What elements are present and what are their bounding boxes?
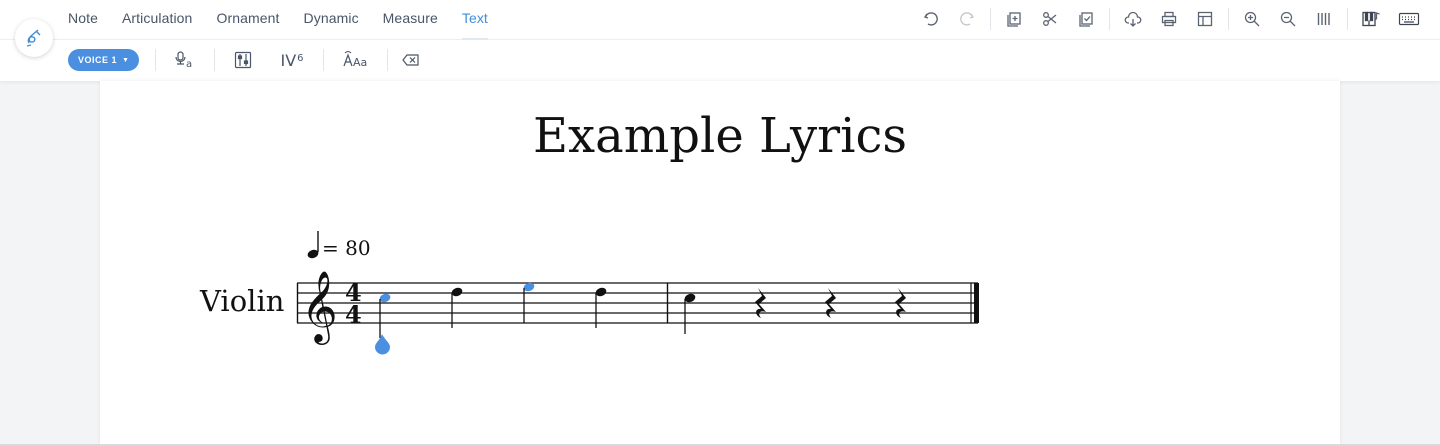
treble-clef-icon[interactable]: 𝄞 [301,269,338,345]
note[interactable] [522,281,535,323]
time-signature-bottom[interactable]: 4 [345,300,362,329]
tempo-note-icon [307,231,319,259]
note[interactable] [378,292,391,338]
staff-notation: 𝄞 4 4 [296,231,979,355]
app-logo-button[interactable] [15,19,53,57]
note[interactable] [450,286,463,328]
staff-lines [297,282,978,324]
lyric-cursor-handle[interactable] [375,334,390,355]
note[interactable] [594,286,607,328]
